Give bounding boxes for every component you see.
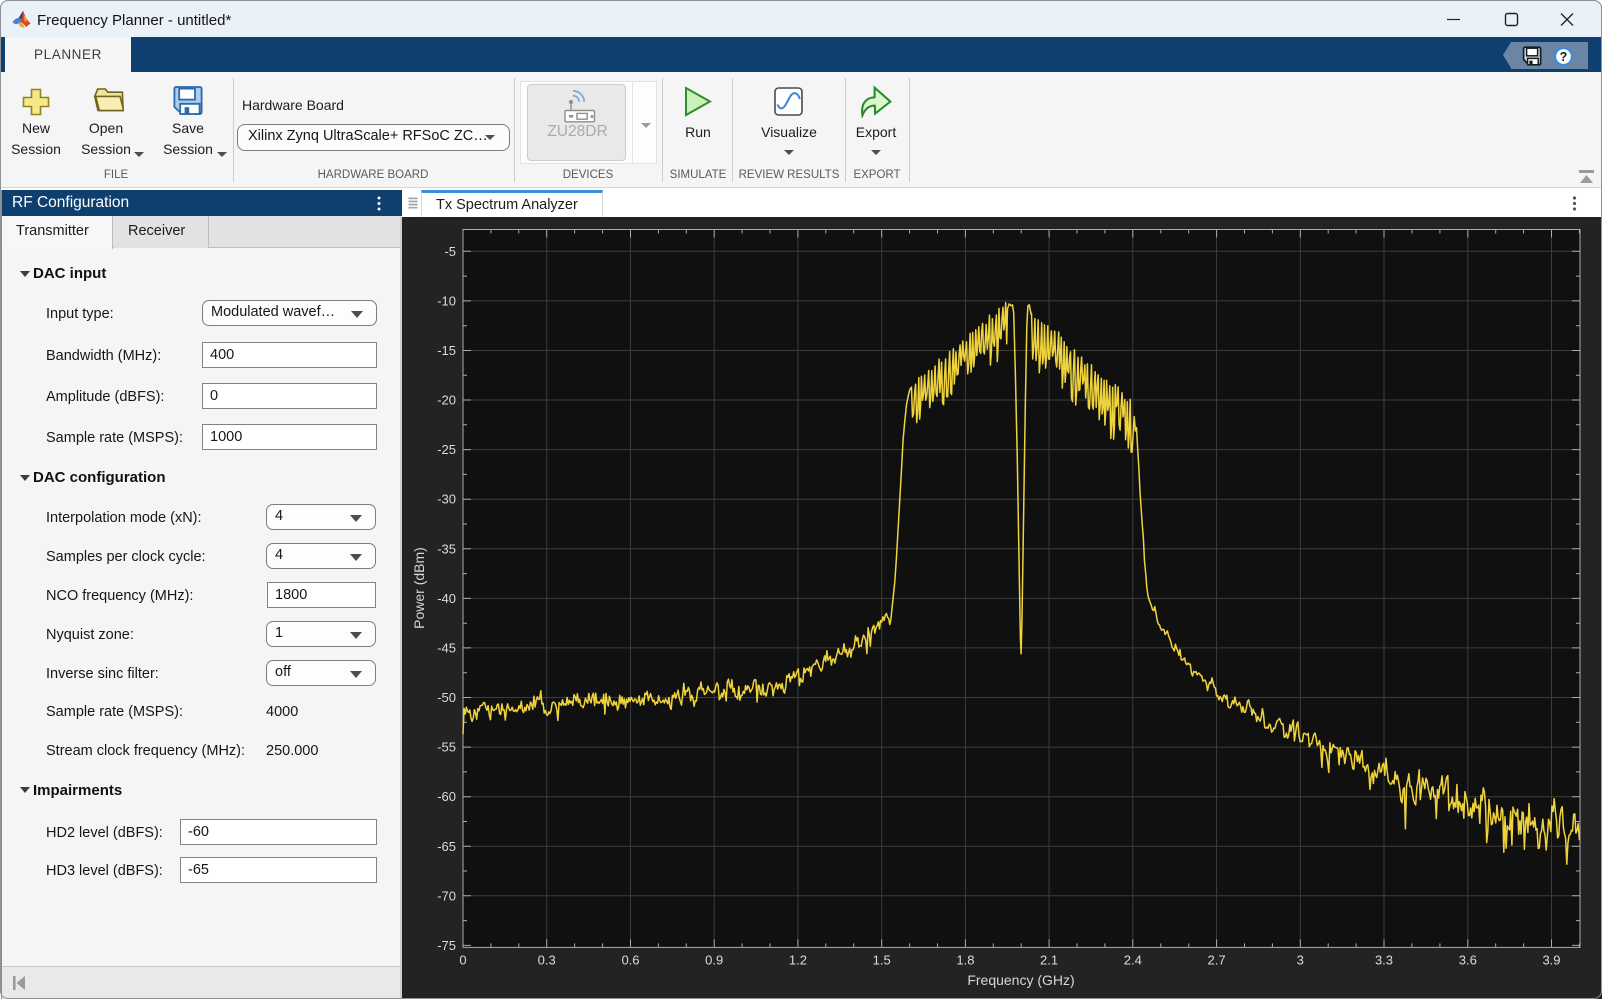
svg-text:-45: -45 <box>437 640 456 655</box>
svg-text:-55: -55 <box>437 740 456 755</box>
svg-text:Frequency (GHz): Frequency (GHz) <box>967 972 1074 988</box>
svg-text:1.5: 1.5 <box>873 952 891 967</box>
svg-text:Power (dBm): Power (dBm) <box>411 547 427 629</box>
svg-text:-20: -20 <box>437 393 456 408</box>
svg-text:?: ? <box>1560 50 1568 64</box>
svg-text:-15: -15 <box>437 343 456 358</box>
svg-text:2.7: 2.7 <box>1208 952 1226 967</box>
svg-text:0: 0 <box>459 952 466 967</box>
svg-text:3.3: 3.3 <box>1375 952 1393 967</box>
svg-text:2.4: 2.4 <box>1124 952 1142 967</box>
svg-text:-30: -30 <box>437 492 456 507</box>
svg-text:-60: -60 <box>437 789 456 804</box>
svg-text:3.9: 3.9 <box>1542 952 1560 967</box>
svg-text:3: 3 <box>1297 952 1304 967</box>
svg-text:-70: -70 <box>437 888 456 903</box>
svg-text:-10: -10 <box>437 293 456 308</box>
svg-text:3.6: 3.6 <box>1459 952 1477 967</box>
svg-text:0.9: 0.9 <box>705 952 723 967</box>
svg-text:-40: -40 <box>437 591 456 606</box>
svg-text:-75: -75 <box>437 938 456 953</box>
svg-text:0.3: 0.3 <box>538 952 556 967</box>
svg-text:-50: -50 <box>437 690 456 705</box>
svg-text:-25: -25 <box>437 442 456 457</box>
svg-text:-5: -5 <box>444 244 456 259</box>
svg-text:0.6: 0.6 <box>621 952 639 967</box>
svg-text:2.1: 2.1 <box>1040 952 1058 967</box>
svg-text:-65: -65 <box>437 839 456 854</box>
svg-text:-35: -35 <box>437 541 456 556</box>
svg-text:1.2: 1.2 <box>789 952 807 967</box>
svg-text:1.8: 1.8 <box>956 952 974 967</box>
